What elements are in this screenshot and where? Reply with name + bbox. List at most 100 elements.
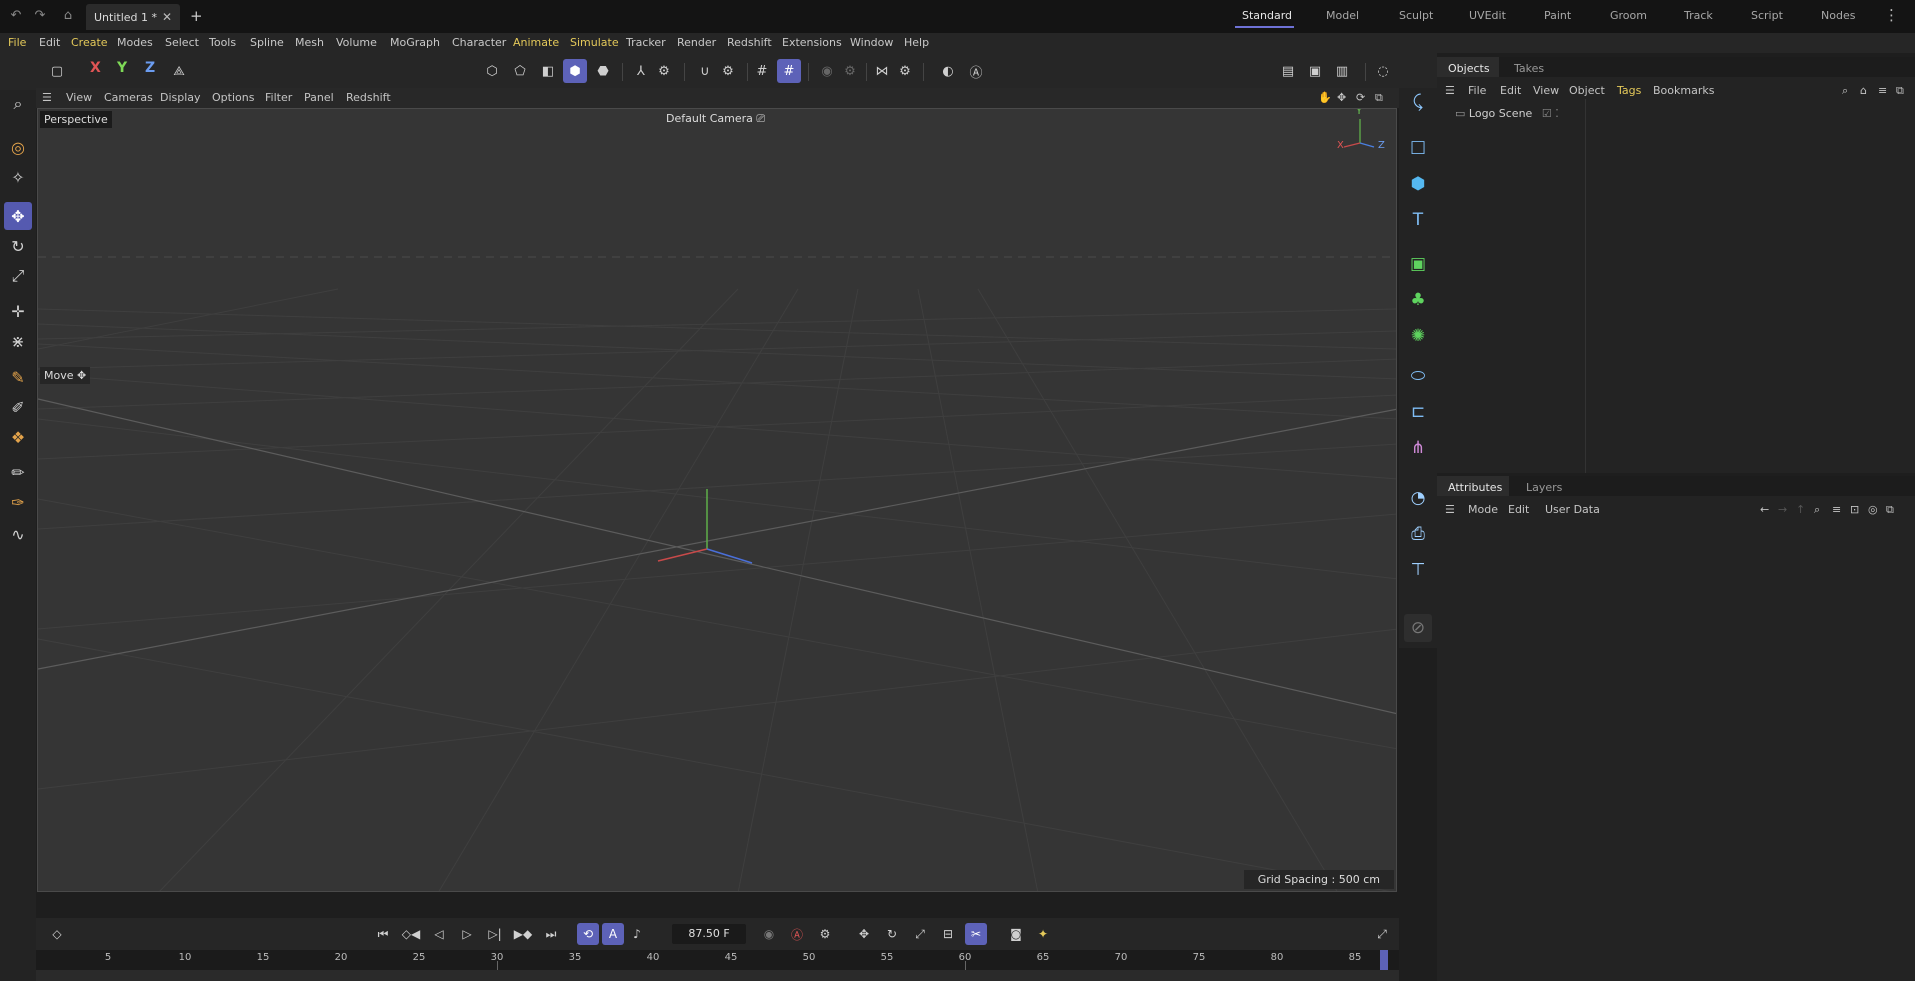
symmetry-settings-icon[interactable]: ⚙ <box>893 59 917 83</box>
viewport-menu-display[interactable]: Display <box>160 91 201 104</box>
up-arrow-icon[interactable]: ↑ <box>1796 503 1805 516</box>
search-icon[interactable]: ⌕ <box>4 90 32 118</box>
uv-mode-icon[interactable]: ⬣ <box>591 59 615 83</box>
autokeying-icon[interactable]: Ⓐ <box>786 923 808 945</box>
attributes-menu-user-data[interactable]: User Data <box>1545 503 1600 516</box>
objects-menu-object[interactable]: Object <box>1569 84 1605 97</box>
objects-hamburger-icon[interactable]: ☰ <box>1445 84 1455 97</box>
menu-render[interactable]: Render <box>677 36 716 49</box>
next-key-icon[interactable]: ▶◆ <box>512 923 534 945</box>
scale-tool-icon[interactable]: ⤢ <box>4 262 32 290</box>
menu-simulate[interactable]: Simulate <box>570 36 619 49</box>
menu-tracker[interactable]: Tracker <box>626 36 666 49</box>
sketch-tool-icon[interactable]: ∿ <box>4 520 32 548</box>
menu-window[interactable]: Window <box>850 36 893 49</box>
layout-tab-sculpt[interactable]: Sculpt <box>1399 9 1433 22</box>
preview-range-bar[interactable] <box>36 970 1399 981</box>
auto-icon[interactable]: Ⓐ <box>964 59 988 83</box>
lock-icon[interactable]: ⊡ <box>1850 503 1859 516</box>
axis-settings-icon[interactable]: ⚙ <box>652 59 676 83</box>
visibility-check-icon[interactable]: ☑ <box>1542 107 1552 120</box>
menu-character[interactable]: Character <box>452 36 506 49</box>
objects-filter-icon[interactable]: ≡ <box>1878 84 1887 97</box>
field-icon[interactable]: ⊏ <box>1404 398 1432 426</box>
attributes-hamburger-icon[interactable]: ☰ <box>1445 503 1455 516</box>
objects-menu-bookmarks[interactable]: Bookmarks <box>1653 84 1714 97</box>
snap-settings-icon[interactable]: ⚙ <box>716 59 740 83</box>
objects-home-icon[interactable]: ⌂ <box>1860 84 1867 97</box>
key-settings-icon[interactable]: ⚙ <box>814 923 836 945</box>
tweak-icon[interactable]: ✦ <box>1032 923 1054 945</box>
timeline-playhead[interactable] <box>1380 950 1388 970</box>
picture-viewer-icon[interactable]: ◌ <box>1371 59 1395 83</box>
axis-mode-icon[interactable]: ⅄ <box>629 59 653 83</box>
objects-menu-file[interactable]: File <box>1468 84 1486 97</box>
subdivision-surface-icon[interactable]: ▣ <box>1404 250 1432 278</box>
object-manager-column-divider[interactable] <box>1585 99 1586 473</box>
menu-extensions[interactable]: Extensions <box>782 36 842 49</box>
forward-arrow-icon[interactable]: → <box>1778 503 1787 516</box>
play-icon[interactable]: ▷ <box>456 923 478 945</box>
viewport-solo-icon[interactable]: ◐ <box>936 59 960 83</box>
deformer-icon[interactable]: ⬭ <box>1404 362 1432 390</box>
annotation-icon[interactable]: ⊘ <box>1404 614 1432 642</box>
light-icon[interactable]: ⊤ <box>1404 556 1432 584</box>
layout-tab-uvedit[interactable]: UVEdit <box>1469 9 1506 22</box>
render-view-icon[interactable]: ▣ <box>1303 59 1327 83</box>
menu-mesh[interactable]: Mesh <box>295 36 324 49</box>
locked-workplane-icon[interactable]: # <box>777 59 801 83</box>
menu-spline[interactable]: Spline <box>250 36 284 49</box>
axis-z-toggle[interactable]: Z <box>145 60 155 76</box>
viewport-hamburger-icon[interactable]: ☰ <box>42 91 52 104</box>
viewport-menu-view[interactable]: View <box>66 91 92 104</box>
objects-menu-view[interactable]: View <box>1533 84 1559 97</box>
move-tool-icon[interactable]: ✥ <box>4 202 32 230</box>
snap-icon[interactable]: ∪ <box>693 59 717 83</box>
previous-key-icon[interactable]: ◇◀ <box>400 923 422 945</box>
text-spline-icon[interactable]: T <box>1404 206 1432 234</box>
attributes-search-icon[interactable]: ⌕ <box>1814 503 1820 517</box>
menu-redshift[interactable]: Redshift <box>727 36 772 49</box>
menu-create[interactable]: Create <box>71 36 108 49</box>
motion-system-icon[interactable]: ◙ <box>1005 923 1027 945</box>
transform-tool-icon[interactable]: ✛ <box>4 297 32 325</box>
next-frame-icon[interactable]: ▷| <box>484 923 506 945</box>
go-to-start-icon[interactable]: ⏮ <box>372 923 394 945</box>
redo-icon[interactable]: ↷ <box>32 8 48 24</box>
scene-nodes-icon[interactable]: ⋔ <box>1404 434 1432 462</box>
tab-attributes[interactable]: Attributes <box>1442 481 1508 494</box>
rotate-tool-icon[interactable]: ↻ <box>4 232 32 260</box>
sound-icon[interactable]: ♪ <box>626 923 648 945</box>
go-to-end-icon[interactable]: ⏭ <box>540 923 562 945</box>
layout-tab-groom[interactable]: Groom <box>1610 9 1647 22</box>
visibility-dots-icon[interactable]: ⁚ <box>1555 107 1559 120</box>
timeline-ruler[interactable]: 5 10 15 20 25 30 35 40 45 50 55 60 65 70… <box>36 950 1399 970</box>
spline-tools-icon[interactable]: ✐ <box>4 393 32 421</box>
key-parameter-icon[interactable]: ⊟ <box>937 923 959 945</box>
mograph-effector-icon[interactable]: ✺ <box>1404 322 1432 350</box>
add-tab-icon[interactable]: + <box>190 7 203 25</box>
viewport-label[interactable]: Perspective <box>40 111 112 128</box>
coordinate-system-icon[interactable]: ⟁ <box>167 59 191 83</box>
symmetry-icon[interactable]: ⋈ <box>870 59 894 83</box>
attributes-menu-edit[interactable]: Edit <box>1508 503 1529 516</box>
axis-y-toggle[interactable]: Y <box>117 60 127 76</box>
cube-icon[interactable]: ⬢ <box>1404 170 1432 198</box>
layout-tab-standard[interactable]: Standard <box>1242 9 1292 22</box>
objects-menu-edit[interactable]: Edit <box>1500 84 1521 97</box>
layout-tab-nodes[interactable]: Nodes <box>1821 9 1855 22</box>
layout-tab-track[interactable]: Track <box>1684 9 1713 22</box>
more-options-icon[interactable]: ⋮ <box>1884 6 1899 24</box>
cursor-icon[interactable]: ⤹ <box>1404 88 1432 116</box>
spline-sketch-icon[interactable]: ✑ <box>4 488 32 516</box>
current-frame-field[interactable]: 87.50 F <box>672 924 746 944</box>
edges-mode-icon[interactable]: ◧ <box>536 59 560 83</box>
tab-layers[interactable]: Layers <box>1520 481 1568 494</box>
key-point-level-icon[interactable]: ✂ <box>965 923 987 945</box>
home-icon[interactable]: ⌂ <box>60 8 76 24</box>
pan-view-icon[interactable]: ✋ <box>1318 91 1332 104</box>
active-camera-label[interactable]: Default Camera ⎚ <box>666 112 765 126</box>
maximize-view-icon[interactable]: ⧉ <box>1375 91 1383 105</box>
attributes-filter-icon[interactable]: ≡ <box>1832 503 1841 516</box>
menu-mograph[interactable]: MoGraph <box>390 36 440 49</box>
